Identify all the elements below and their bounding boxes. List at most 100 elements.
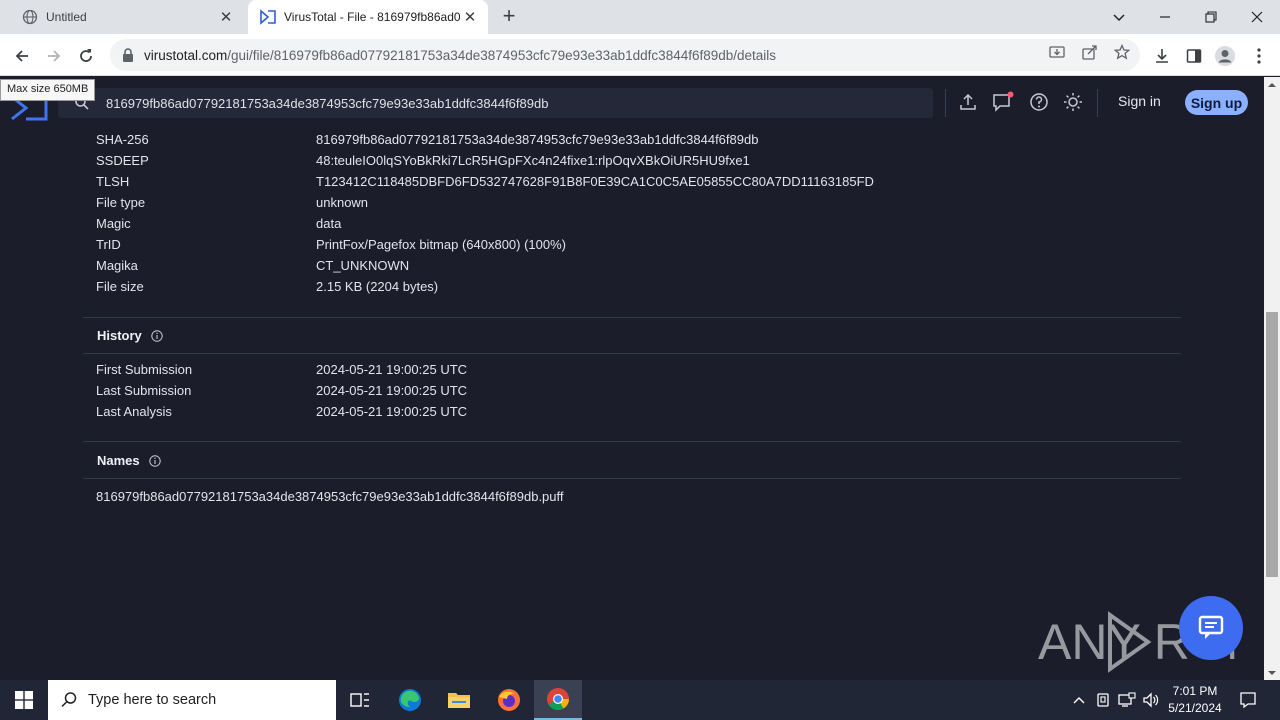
- history-section-title: History: [97, 328, 163, 343]
- property-key: TrID: [96, 237, 121, 252]
- names-title-text: Names: [97, 453, 140, 468]
- history-key: Last Submission: [96, 383, 192, 398]
- reload-icon[interactable]: [72, 42, 100, 70]
- address-bar[interactable]: virustotal.com/gui/file/816979fb86ad0779…: [110, 39, 1140, 71]
- taskbar-search-placeholder: Type here to search: [88, 692, 217, 708]
- folder-icon: [448, 693, 470, 708]
- browser-tab-virustotal[interactable]: VirusTotal - File - 816979fb86ad0 ✕: [248, 0, 488, 34]
- speaker-icon: [1143, 692, 1159, 708]
- history-key: First Submission: [96, 362, 193, 377]
- upload-size-tooltip: Max size 650MB: [0, 79, 96, 101]
- back-arrow-icon[interactable]: [8, 42, 36, 70]
- defender-tray-button[interactable]: [1093, 680, 1113, 720]
- side-panel-icon[interactable]: [1183, 45, 1205, 67]
- property-key: SSDEEP: [96, 153, 149, 168]
- header-divider: [1097, 89, 1098, 117]
- url-text: virustotal.com/gui/file/816979fb86ad0779…: [144, 48, 776, 63]
- section-divider: [83, 441, 1181, 442]
- history-value: 2024-05-21 19:00:25 UTC: [316, 383, 468, 398]
- downloads-icon[interactable]: [1151, 45, 1173, 67]
- minimize-button[interactable]: [1142, 0, 1188, 34]
- forward-arrow-icon[interactable]: [40, 42, 68, 70]
- volume-tray-button[interactable]: [1140, 680, 1162, 720]
- scroll-down-arrow-icon[interactable]: [1264, 667, 1280, 679]
- upload-icon[interactable]: [957, 91, 979, 113]
- device-icon: [1097, 693, 1109, 707]
- task-view-button[interactable]: [336, 680, 384, 720]
- lock-icon[interactable]: [120, 47, 136, 63]
- browser-menu-icon[interactable]: [1248, 45, 1270, 67]
- taskbar-search-box[interactable]: Type here to search: [48, 680, 336, 720]
- chat-icon: [1198, 615, 1224, 639]
- sign-in-link[interactable]: Sign in: [1118, 93, 1161, 109]
- section-divider: [83, 478, 1181, 479]
- property-value: 816979fb86ad07792181753a34de3874953cfc79…: [316, 132, 759, 147]
- history-key: Last Analysis: [96, 404, 172, 419]
- browser-tab-strip: Untitled ✕ VirusTotal - File - 816979fb8…: [0, 0, 1280, 34]
- property-value: T123412C118485DBFD6FD532747628F91B8F0E39…: [316, 174, 874, 189]
- history-title-text: History: [97, 328, 142, 343]
- start-button[interactable]: [0, 680, 48, 720]
- header-divider: [945, 89, 946, 117]
- history-value: 2024-05-21 19:00:25 UTC: [316, 404, 468, 419]
- property-value: data: [316, 216, 342, 231]
- chat-button[interactable]: [1179, 596, 1243, 660]
- close-tab-icon[interactable]: ✕: [460, 7, 480, 27]
- new-tab-button[interactable]: +: [498, 5, 520, 28]
- firefox-taskbar-button[interactable]: [485, 680, 533, 720]
- clock-date: 5/21/2024: [1168, 701, 1222, 715]
- help-icon[interactable]: [1028, 91, 1050, 113]
- tab-search-chevron-icon[interactable]: [1096, 0, 1142, 34]
- file-explorer-taskbar-button[interactable]: [435, 680, 483, 720]
- share-icon[interactable]: [1081, 43, 1099, 61]
- property-key: Magic: [96, 216, 131, 231]
- section-divider: [83, 353, 1181, 354]
- browser-tab-untitled[interactable]: Untitled ✕: [8, 0, 244, 34]
- taskbar-clock[interactable]: 7:01 PM 5/21/2024: [1160, 683, 1230, 717]
- search-bar[interactable]: [58, 88, 933, 118]
- firefox-icon: [498, 689, 520, 711]
- restore-button[interactable]: [1188, 0, 1234, 34]
- file-name: 816979fb86ad07792181753a34de3874953cfc79…: [96, 489, 564, 504]
- page-scrollbar[interactable]: [1264, 77, 1280, 681]
- property-key: Magika: [96, 258, 138, 273]
- sign-up-button[interactable]: Sign up: [1185, 90, 1248, 115]
- property-value: 48:teuleIO0lqSYoBkRki7LcR5HGpFXc4n24fixe…: [316, 153, 750, 168]
- close-tab-icon[interactable]: ✕: [216, 7, 236, 27]
- file-details-content: SHA-256 816979fb86ad07792181753a34de3874…: [0, 127, 1264, 671]
- chrome-taskbar-button[interactable]: [534, 680, 582, 720]
- install-app-icon[interactable]: [1048, 43, 1066, 61]
- virustotal-favicon-icon: [260, 9, 276, 25]
- browser-toolbar: virustotal.com/gui/file/816979fb86ad0779…: [0, 34, 1280, 76]
- tab-title: VirusTotal - File - 816979fb86ad0: [284, 10, 460, 24]
- close-window-button[interactable]: [1234, 0, 1280, 34]
- chevron-up-icon: [1073, 697, 1085, 704]
- network-tray-button[interactable]: [1116, 680, 1138, 720]
- property-key: File size: [96, 279, 144, 294]
- windows-logo-icon: [15, 691, 33, 709]
- info-icon[interactable]: [148, 454, 161, 467]
- search-input[interactable]: [106, 95, 906, 111]
- notification-center-button[interactable]: [1236, 680, 1260, 720]
- section-divider: [83, 317, 1181, 318]
- notifications-chat-icon[interactable]: [992, 91, 1014, 113]
- property-key: SHA-256: [96, 132, 149, 147]
- show-hidden-icons-button[interactable]: [1069, 680, 1089, 720]
- tab-title: Untitled: [46, 10, 87, 24]
- edge-taskbar-button[interactable]: [386, 680, 434, 720]
- virustotal-header: Sign in Sign up: [0, 77, 1280, 127]
- scroll-up-arrow-icon[interactable]: [1264, 79, 1280, 91]
- clock-time: 7:01 PM: [1172, 684, 1218, 698]
- chrome-icon: [547, 688, 569, 710]
- theme-sun-icon[interactable]: [1062, 91, 1084, 113]
- history-value: 2024-05-21 19:00:25 UTC: [316, 362, 468, 377]
- info-icon[interactable]: [151, 329, 163, 342]
- profile-avatar-icon[interactable]: [1214, 45, 1236, 67]
- url-host: virustotal.com: [144, 47, 228, 63]
- property-value: CT_UNKNOWN: [316, 258, 410, 273]
- property-key: File type: [96, 195, 146, 210]
- bookmark-star-icon[interactable]: [1113, 43, 1131, 61]
- url-path: /gui/file/816979fb86ad07792181753a34de38…: [227, 47, 777, 63]
- scroll-thumb[interactable]: [1266, 312, 1278, 577]
- property-value: unknown: [316, 195, 369, 210]
